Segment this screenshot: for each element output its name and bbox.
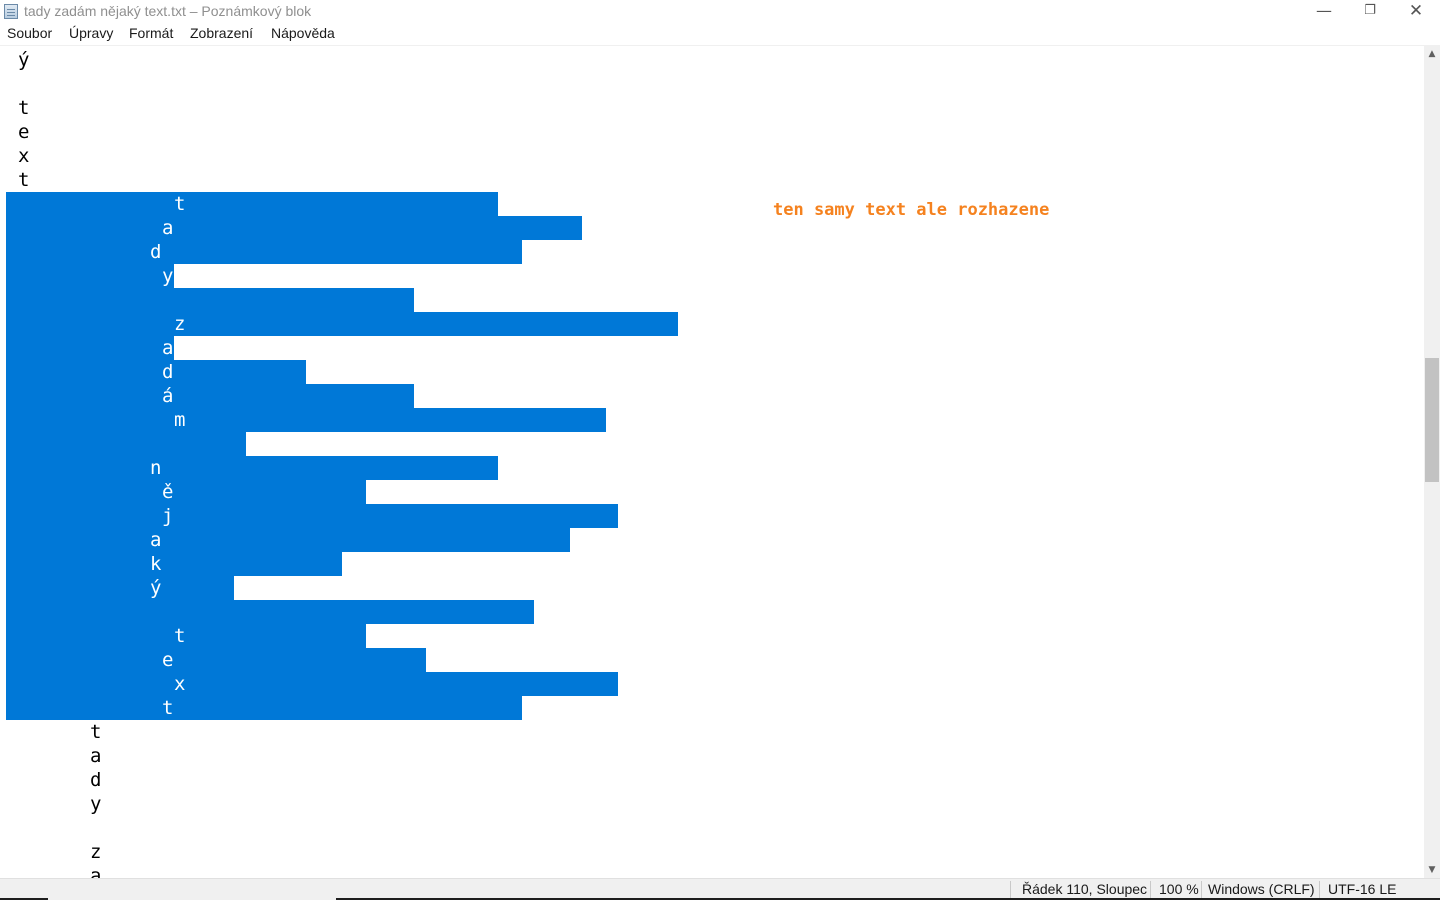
selection-highlight <box>6 336 174 360</box>
selection-highlight <box>6 600 534 624</box>
text-line: d <box>150 241 162 263</box>
selection-highlight <box>6 552 342 576</box>
text-line: z <box>90 841 102 863</box>
status-divider <box>1201 881 1202 899</box>
text-line: d <box>162 361 174 383</box>
minimize-button[interactable]: — <box>1301 0 1347 22</box>
text-line: a <box>90 865 102 878</box>
selection-highlight <box>6 576 234 600</box>
notepad-icon <box>4 4 18 19</box>
text-line: x <box>174 673 186 695</box>
title-bar[interactable]: tady zadám nějaký text.txt – Poznámkový … <box>0 0 1440 23</box>
status-encoding: UTF-16 LE <box>1328 881 1397 897</box>
text-line: ě <box>162 481 174 503</box>
selection-highlight <box>6 648 426 672</box>
text-line: t <box>18 97 30 119</box>
vertical-scrollbar[interactable]: ▲ ▼ <box>1424 46 1440 878</box>
text-line: ý <box>150 577 162 599</box>
text-line: k <box>150 553 162 575</box>
selection-highlight <box>6 216 582 240</box>
text-line: y <box>162 265 174 287</box>
status-zoom: 100 % <box>1159 881 1199 897</box>
scroll-down-arrow-icon[interactable]: ▼ <box>1424 862 1440 878</box>
selection-highlight <box>6 456 498 480</box>
text-line: d <box>90 769 102 791</box>
annotation-text: ten samy text ale rozhazene <box>773 200 1050 220</box>
text-line: t <box>174 625 186 647</box>
menu-view[interactable]: Zobrazení <box>190 25 253 41</box>
selection-highlight <box>6 408 606 432</box>
text-line: e <box>162 649 174 671</box>
text-line: m <box>174 409 186 431</box>
text-line: t <box>174 193 186 215</box>
selection-highlight <box>6 624 366 648</box>
selection-highlight <box>6 696 522 720</box>
text-line: t <box>18 169 30 191</box>
text-line: t <box>162 697 174 719</box>
menu-bar: Soubor Úpravy Formát Zobrazení Nápověda <box>0 23 1440 46</box>
selection-highlight <box>6 360 306 384</box>
selection-highlight <box>6 528 570 552</box>
text-line: á <box>162 385 174 407</box>
text-line: a <box>150 529 162 551</box>
status-divider <box>1319 881 1320 899</box>
window-title: tady zadám nějaký text.txt – Poznámkový … <box>24 3 312 19</box>
text-line: e <box>18 121 30 143</box>
status-bar: Řádek 110, Sloupec 1 100 % Windows (CRLF… <box>0 878 1440 900</box>
selection-highlight <box>6 480 366 504</box>
text-line: a <box>162 217 174 239</box>
text-line: ý <box>18 49 30 71</box>
text-line: t <box>90 721 102 743</box>
selection-highlight <box>6 192 498 216</box>
selection-highlight <box>6 504 618 528</box>
status-position: Řádek 110, Sloupec 1 <box>1022 881 1150 897</box>
status-line-endings: Windows (CRLF) <box>1208 881 1315 897</box>
selection-highlight <box>6 240 522 264</box>
status-divider <box>1150 881 1151 899</box>
selection-highlight <box>6 672 618 696</box>
text-line: j <box>162 505 174 527</box>
text-editor[interactable]: ten samy text ale rozhazene ýtexttadyzad… <box>0 46 1424 878</box>
selection-highlight <box>6 288 414 312</box>
text-line: a <box>90 745 102 767</box>
close-button[interactable]: ✕ <box>1393 0 1439 22</box>
text-line: n <box>150 457 162 479</box>
scroll-up-arrow-icon[interactable]: ▲ <box>1424 46 1440 62</box>
restore-button[interactable]: ❐ <box>1347 0 1393 22</box>
text-line: a <box>162 337 174 359</box>
menu-help[interactable]: Nápověda <box>271 25 335 41</box>
menu-edit[interactable]: Úpravy <box>69 25 113 41</box>
menu-file[interactable]: Soubor <box>7 25 52 41</box>
selection-highlight <box>6 264 174 288</box>
text-line: y <box>90 793 102 815</box>
text-line: x <box>18 145 30 167</box>
selection-highlight <box>6 432 246 456</box>
text-line: z <box>174 313 186 335</box>
selection-highlight <box>6 384 414 408</box>
scrollbar-thumb[interactable] <box>1425 358 1439 482</box>
status-divider <box>1010 881 1011 899</box>
selection-highlight <box>6 312 678 336</box>
menu-format[interactable]: Formát <box>129 25 173 41</box>
